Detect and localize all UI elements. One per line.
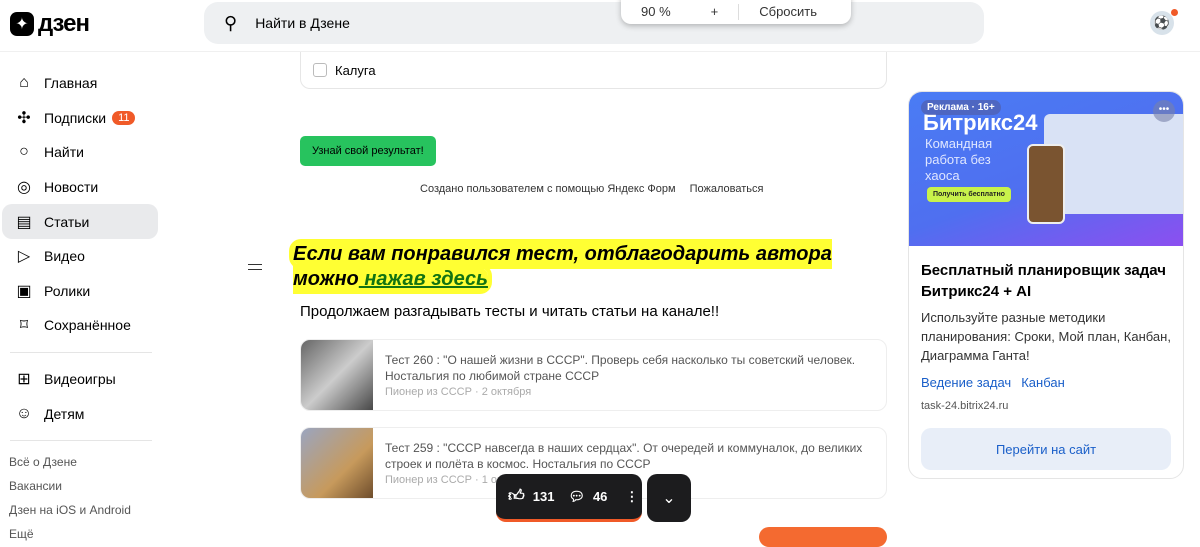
- nav-label: Видео: [44, 248, 85, 265]
- divider: [10, 351, 152, 353]
- ad-description: Используйте разные методики планирования…: [921, 310, 1171, 363]
- comments-count[interactable]: 46: [593, 489, 607, 504]
- subscriptions-badge: 11: [112, 110, 136, 125]
- sidebar-item-shorts[interactable]: ▣ Ролики: [2, 274, 158, 309]
- top-header: ✦ дзен ⚲ Найти в Дзене 90 % + Сбросить ⚽: [0, 0, 1200, 52]
- search-placeholder: Найти в Дзене: [255, 15, 350, 31]
- footer-link-jobs[interactable]: Вакансии: [0, 474, 160, 498]
- avatar[interactable]: ⚽: [1150, 9, 1178, 35]
- checkbox-label: Калуга: [335, 62, 376, 78]
- articles-icon: ▤: [16, 213, 32, 231]
- home-icon: ⌂: [19, 74, 29, 92]
- sidebar-item-articles[interactable]: ▤ Статьи: [2, 204, 158, 239]
- continue-text: Продолжаем разгадывать тесты и читать ст…: [300, 303, 720, 320]
- ad-image-cta: Получить бесплатно: [927, 187, 1011, 202]
- zoom-level: 90 %: [641, 4, 671, 19]
- sidebar-item-subscriptions[interactable]: ✣ Подписки 11: [2, 101, 158, 136]
- divider: [10, 439, 152, 441]
- nav-label: Найти: [44, 144, 84, 161]
- ad-image-subtitle: Командная работа без хаоса: [925, 136, 993, 183]
- collapse-icon[interactable]: [248, 264, 262, 270]
- sidebar-item-news[interactable]: ◎ Новости: [2, 170, 158, 205]
- ad-domain: task-24.bitrix24.ru: [921, 400, 1009, 412]
- donate-link[interactable]: нажав здесь: [359, 268, 488, 290]
- zoom-in-button[interactable]: +: [691, 4, 739, 20]
- search-icon: ⚲: [224, 12, 238, 33]
- nav-label: Статьи: [44, 213, 90, 230]
- ad-link[interactable]: Канбан: [1021, 375, 1065, 390]
- search-input[interactable]: ⚲ Найти в Дзене: [204, 2, 984, 44]
- footer-link-about[interactable]: Всё о Дзене: [0, 450, 160, 474]
- sidebar-item-kids[interactable]: ☺ Детям: [2, 396, 158, 431]
- sidebar-item-home[interactable]: ⌂ Главная: [2, 66, 158, 101]
- more-icon[interactable]: •••: [1153, 100, 1175, 122]
- zoom-popup: 90 % + Сбросить: [621, 0, 851, 24]
- video-icon: ▷: [17, 248, 31, 266]
- article-thumbnail: [301, 428, 373, 498]
- article-card[interactable]: Тест 260 : "О нашей жизни в СССР". Прове…: [300, 339, 887, 411]
- ad-screen-graphic: [1044, 114, 1183, 214]
- sidebar: ⌂ Главная ✣ Подписки 11 ○ Найти ◎ Новости ▤ Ст…: [0, 66, 160, 546]
- nav-label: Главная: [44, 75, 98, 92]
- orange-button[interactable]: [759, 527, 887, 547]
- ad-link[interactable]: Ведение задач: [921, 375, 1011, 390]
- highlight-paragraph: Если вам понравился тест, отблагодарить …: [293, 242, 853, 292]
- nav-label: Видеоигры: [44, 371, 116, 388]
- bookmark-icon: ⌑: [19, 317, 29, 335]
- nav-label: Новости: [44, 179, 99, 196]
- ad-visit-button[interactable]: Перейти на сайт: [921, 428, 1171, 470]
- like-icon[interactable]: 👍︎: [508, 487, 525, 506]
- dzen-star-icon: ✦: [10, 12, 34, 36]
- reaction-bar: 👍︎ 131 💬︎ 46 ⋮: [496, 474, 642, 522]
- credits-text: Создано пользователем с помощью Яндекс Ф…: [420, 183, 676, 195]
- form-credits: Создано пользователем с помощью Яндекс Ф…: [420, 183, 763, 195]
- article-title: Тест 260 : "О нашей жизни в СССР". Прове…: [385, 353, 856, 383]
- result-button[interactable]: Узнай свой результат!: [300, 136, 436, 166]
- form-option[interactable]: Калуга: [300, 52, 887, 89]
- article-thumbnail: [301, 340, 373, 410]
- zoom-reset-button[interactable]: Сбросить: [738, 4, 837, 20]
- ad-image[interactable]: Битрикс24 Реклама · 16+ Командная работа…: [909, 92, 1183, 246]
- shorts-icon: ▣: [16, 282, 32, 300]
- ad-title[interactable]: Бесплатный планировщик задач Битрикс24 +…: [921, 260, 1171, 302]
- checkbox[interactable]: [313, 63, 327, 77]
- kids-icon: ☺: [15, 404, 33, 422]
- search-icon: ○: [19, 143, 29, 161]
- footer-link-apps[interactable]: Дзен на iOS и Android: [0, 498, 160, 522]
- double-chevron-down-icon: ⌄: [662, 490, 676, 507]
- likes-count[interactable]: 131: [533, 489, 555, 504]
- scroll-down-button[interactable]: ⌄: [647, 474, 691, 522]
- notification-dot: [1171, 9, 1178, 16]
- article-meta: Пионер из СССР · 2 октября: [385, 386, 532, 398]
- nav-label: Ролики: [44, 282, 91, 299]
- sidebar-item-games[interactable]: ⊞ Видеоигры: [2, 362, 158, 397]
- article-title: Тест 259 : "СССР навсегда в наших сердца…: [385, 441, 863, 471]
- nav-label: Подписки: [44, 109, 107, 126]
- ad-label: Реклама · 16+: [921, 100, 1001, 115]
- subscriptions-icon: ✣: [17, 109, 31, 127]
- dzen-logo[interactable]: ✦ дзен: [10, 10, 90, 38]
- more-icon[interactable]: ⋮: [625, 489, 638, 505]
- nav-label: Детям: [44, 405, 85, 422]
- news-icon: ◎: [17, 179, 31, 197]
- nav-label: Сохранённое: [44, 317, 131, 334]
- comment-icon[interactable]: 💬︎: [568, 489, 585, 505]
- sidebar-item-search[interactable]: ○ Найти: [2, 135, 158, 170]
- ad-card[interactable]: Битрикс24 Реклама · 16+ Командная работа…: [908, 91, 1184, 479]
- ad-phone-graphic: [1027, 144, 1065, 224]
- report-link[interactable]: Пожаловаться: [690, 183, 764, 195]
- gamepad-icon: ⊞: [17, 371, 31, 389]
- sidebar-item-saved[interactable]: ⌑ Сохранённое: [2, 308, 158, 343]
- sidebar-item-video[interactable]: ▷ Видео: [2, 239, 158, 274]
- footer-link-more[interactable]: Ещё: [0, 522, 160, 546]
